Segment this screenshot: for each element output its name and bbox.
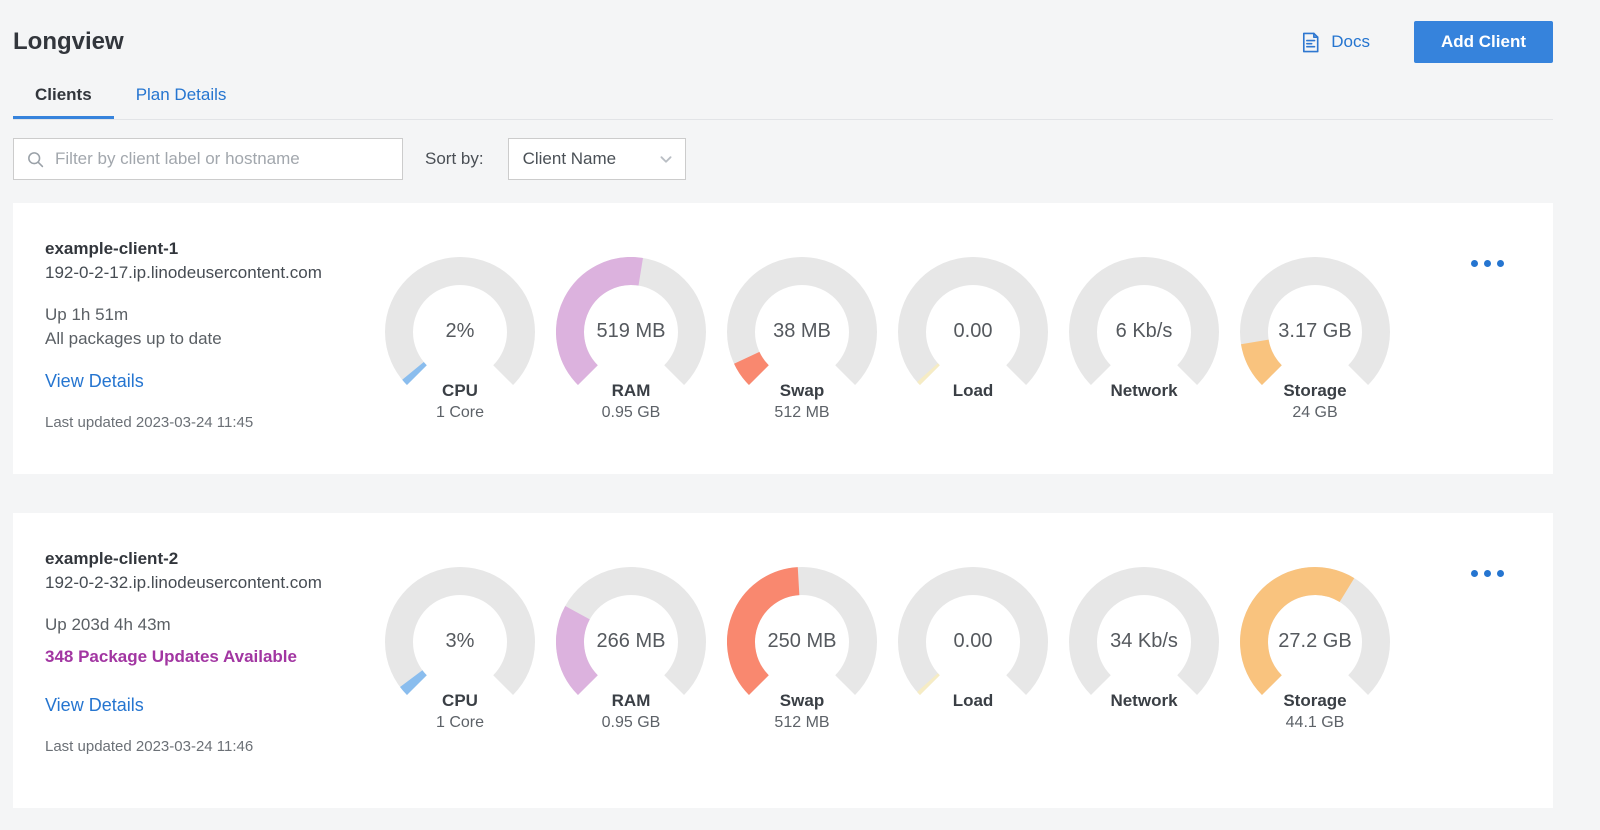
add-client-button[interactable]: Add Client xyxy=(1414,21,1553,63)
ellipsis-icon xyxy=(1471,260,1504,267)
docs-link-label: Docs xyxy=(1331,32,1370,51)
client-uptime: Up 203d 4h 43m xyxy=(45,615,171,634)
tabs: Clients Plan Details xyxy=(13,85,1553,120)
gauge-cpu: 2% CPU 1 Core xyxy=(385,257,535,465)
client-packages-alert[interactable]: 348 Package Updates Available xyxy=(45,647,355,667)
gauge-ram: 519 MB RAM 0.95 GB xyxy=(556,257,706,465)
gauge-sublabel: 0.95 GB xyxy=(601,714,661,731)
longview-page: Longview Docs Add Client Clients Plan De… xyxy=(13,0,1553,808)
gauge-storage: 3.17 GB Storage 24 GB xyxy=(1240,257,1390,465)
gauge-value: 0.00 xyxy=(953,320,993,342)
client-hostname: 192-0-2-32.ip.linodeusercontent.com xyxy=(45,573,322,592)
client-actions-menu-button[interactable] xyxy=(1467,256,1508,271)
last-updated: Last updated 2023-03-24 11:45 xyxy=(45,414,254,431)
gauge-storage: 27.2 GB Storage 44.1 GB xyxy=(1240,567,1390,789)
sort-select-value: Client Name xyxy=(522,149,617,168)
client-card: example-client-2 192-0-2-32.ip.linodeuse… xyxy=(13,513,1553,808)
last-updated: Last updated 2023-03-24 11:46 xyxy=(45,738,254,755)
client-actions-menu-button[interactable] xyxy=(1467,566,1508,581)
gauge-value: 38 MB xyxy=(773,320,831,342)
docs-icon xyxy=(1299,31,1322,54)
docs-link[interactable]: Docs xyxy=(1299,31,1370,54)
gauge-network: 6 Kb/s Network xyxy=(1069,257,1219,465)
client-packages-status: All packages up to date xyxy=(45,329,222,348)
tab-clients[interactable]: Clients xyxy=(13,85,114,119)
gauge-sublabel: 44.1 GB xyxy=(1285,714,1345,731)
gauges-row: 2% CPU 1 Core 519 MB RAM 0.95 GB 38 MB S… xyxy=(385,257,1390,465)
tab-plan-details[interactable]: Plan Details xyxy=(114,85,249,119)
gauge-sublabel: 512 MB xyxy=(774,404,830,421)
sort-by-label: Sort by: xyxy=(425,149,484,168)
gauge-value: 519 MB xyxy=(596,320,666,342)
gauge-value: 6 Kb/s xyxy=(1115,320,1173,342)
sort-select[interactable]: Client Name xyxy=(507,138,686,180)
gauge-swap: 250 MB Swap 512 MB xyxy=(727,567,877,789)
filter-row: Sort by: Client Name xyxy=(13,138,1553,180)
gauge-sublabel: 512 MB xyxy=(774,714,830,731)
gauge-load: 0.00 Load xyxy=(898,567,1048,789)
page-title: Longview xyxy=(13,28,124,55)
gauge-value: 250 MB xyxy=(767,630,837,652)
gauge-sublabel: 1 Core xyxy=(435,404,485,421)
gauge-swap: 38 MB Swap 512 MB xyxy=(727,257,877,465)
gauge-ram: 266 MB RAM 0.95 GB xyxy=(556,567,706,789)
client-uptime: Up 1h 51m xyxy=(45,305,129,324)
gauge-value: 3% xyxy=(445,630,475,652)
gauge-cpu: 3% CPU 1 Core xyxy=(385,567,535,789)
view-details-link[interactable]: View Details xyxy=(45,371,144,392)
gauge-value: 2% xyxy=(445,320,475,342)
gauge-load: 0.00 Load xyxy=(898,257,1048,465)
chevron-down-icon xyxy=(655,148,677,170)
gauges-row: 3% CPU 1 Core 266 MB RAM 0.95 GB 250 MB … xyxy=(385,567,1390,789)
page-header: Longview Docs Add Client xyxy=(13,0,1553,63)
client-name: example-client-1 xyxy=(45,239,179,258)
gauge-network: 34 Kb/s Network xyxy=(1069,567,1219,789)
ellipsis-icon xyxy=(1471,570,1504,577)
gauge-value: 34 Kb/s xyxy=(1110,630,1178,652)
client-info: example-client-1 192-0-2-17.ip.linodeuse… xyxy=(13,203,355,465)
client-search-box[interactable] xyxy=(13,138,403,180)
gauge-value: 0.00 xyxy=(953,630,993,652)
gauge-value: 27.2 GB xyxy=(1278,630,1352,652)
client-filter-input[interactable] xyxy=(55,149,390,169)
client-hostname: 192-0-2-17.ip.linodeusercontent.com xyxy=(45,263,322,282)
gauge-sublabel: 1 Core xyxy=(435,714,485,731)
view-details-link[interactable]: View Details xyxy=(45,695,144,716)
client-card: example-client-1 192-0-2-17.ip.linodeuse… xyxy=(13,203,1553,474)
client-name: example-client-2 xyxy=(45,549,179,568)
gauge-value: 3.17 GB xyxy=(1278,320,1352,342)
gauge-sublabel: 0.95 GB xyxy=(601,404,661,421)
client-info: example-client-2 192-0-2-32.ip.linodeuse… xyxy=(13,513,355,789)
gauge-value: 266 MB xyxy=(596,630,666,652)
gauge-sublabel: 24 GB xyxy=(1292,404,1338,421)
search-icon xyxy=(26,150,45,169)
